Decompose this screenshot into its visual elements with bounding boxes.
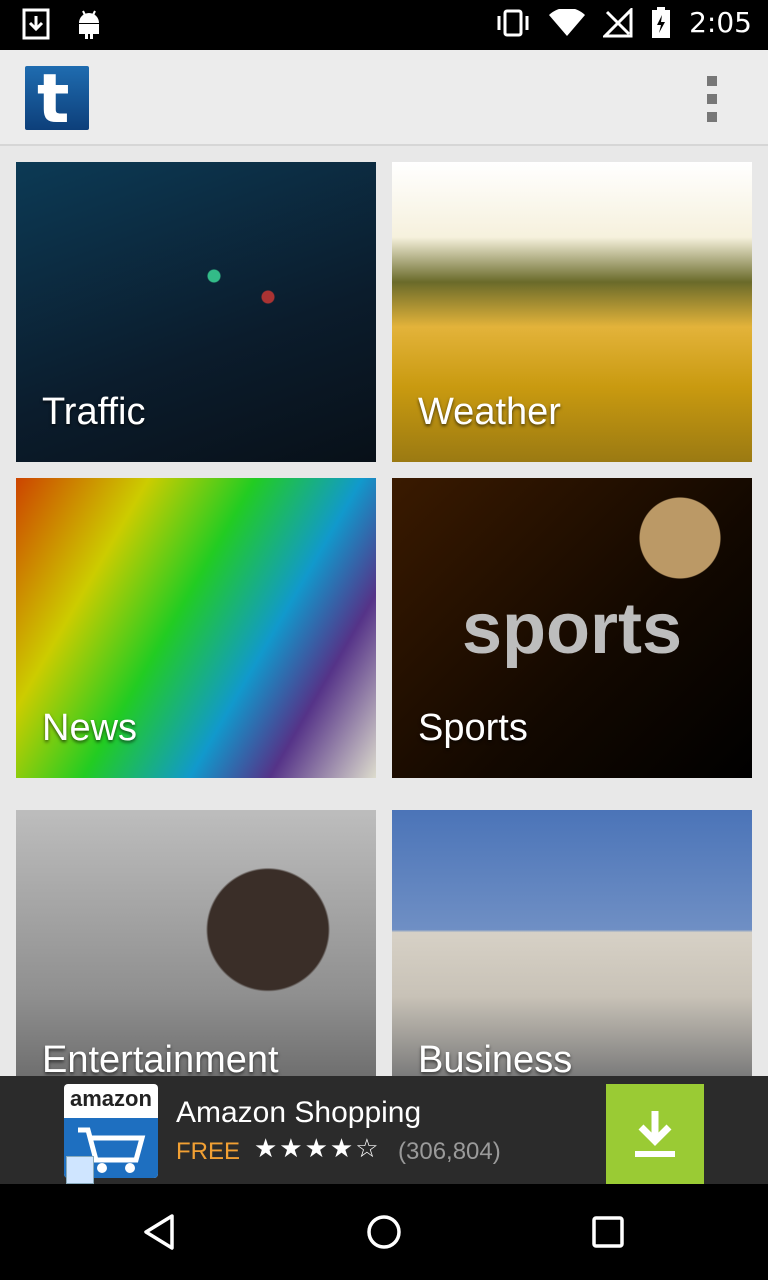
ad-banner[interactable]: amazon Amazon Shopping FREE ★★★★☆ (306,8… <box>0 1076 768 1184</box>
status-left <box>22 8 102 40</box>
download-icon <box>635 1111 675 1157</box>
navigation-bar <box>0 1184 768 1280</box>
clock: 2:05 <box>689 6 752 39</box>
app-logo[interactable]: t <box>25 60 89 139</box>
overflow-dot <box>707 112 717 122</box>
sports-image-word: sports <box>462 589 683 669</box>
tile-sports[interactable]: sports Sports <box>392 478 752 778</box>
home-button[interactable] <box>324 1184 444 1280</box>
overflow-dot <box>707 94 717 104</box>
tile-label: Entertainment <box>42 1039 279 1076</box>
logo-letter: t <box>37 60 70 139</box>
recents-icon <box>592 1216 624 1248</box>
tile-label: Weather <box>418 391 561 433</box>
tile-label: Sports <box>418 707 528 749</box>
wifi-icon <box>549 8 586 36</box>
home-icon <box>367 1215 401 1249</box>
tile-entertainment[interactable]: Entertainment <box>16 810 376 1076</box>
tile-label: News <box>42 707 138 749</box>
tile-traffic[interactable]: Traffic <box>16 162 376 462</box>
tile-label: Business <box>418 1039 573 1076</box>
back-icon <box>144 1214 174 1250</box>
battery-charging-icon <box>652 6 671 38</box>
amazon-brand: amazon <box>70 1086 152 1111</box>
download-icon <box>22 8 50 40</box>
download-button[interactable] <box>606 1084 704 1184</box>
tile-label: Traffic <box>42 391 146 433</box>
vibrate-icon <box>497 9 529 36</box>
tile-news[interactable]: News <box>16 478 376 778</box>
android-icon <box>79 10 99 39</box>
no-signal-icon <box>603 7 633 37</box>
overflow-dot <box>707 76 717 86</box>
recents-button[interactable] <box>548 1184 668 1280</box>
tile-business[interactable]: Business <box>392 810 752 1076</box>
adchoices-icon[interactable] <box>66 1156 94 1184</box>
tile-weather[interactable]: Weather <box>392 162 752 462</box>
ad-title: Amazon Shopping <box>176 1096 422 1129</box>
status-bar: 2:05 <box>0 0 768 50</box>
status-right: 2:05 <box>495 6 752 39</box>
ad-price: FREE <box>176 1138 241 1165</box>
back-button[interactable] <box>100 1184 220 1280</box>
ad-rating-stars: ★★★★☆ <box>254 1134 381 1164</box>
ad-rating-count: (306,804) <box>398 1138 501 1165</box>
action-bar: t <box>0 50 768 146</box>
overflow-menu-icon[interactable] <box>700 76 724 122</box>
